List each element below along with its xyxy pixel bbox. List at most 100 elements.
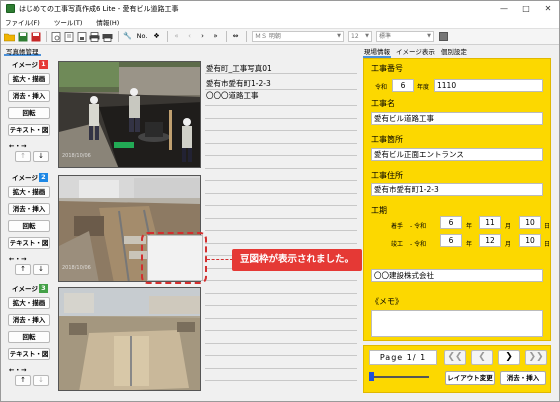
- font-size-select[interactable]: 12 ▼: [348, 31, 372, 42]
- photo-3[interactable]: [58, 287, 201, 391]
- text-figure-button[interactable]: テキスト・図: [8, 124, 50, 136]
- first-page-icon[interactable]: ❮❮: [444, 350, 466, 365]
- ruled-line: [205, 217, 357, 219]
- page-icon[interactable]: [63, 31, 74, 42]
- text-line-project[interactable]: 〇〇〇道路工事: [206, 90, 259, 101]
- menu-info[interactable]: 情報(H): [96, 17, 119, 27]
- delete-insert-page-button[interactable]: 消去・挿入: [500, 371, 546, 385]
- day-unit: 日: [544, 223, 551, 230]
- move-up-arrow-icon[interactable]: ↑: [15, 151, 31, 162]
- zoom-slider-track[interactable]: [369, 376, 429, 378]
- zoom-slider-thumb[interactable]: [369, 372, 374, 381]
- save-as-icon[interactable]: [30, 31, 41, 42]
- start-month-field[interactable]: 11: [479, 216, 501, 229]
- chevron-down-icon: ▼: [427, 33, 431, 39]
- minimize-icon[interactable]: —: [493, 1, 515, 16]
- start-year-field[interactable]: 6: [440, 216, 462, 229]
- page-print-icon[interactable]: [76, 31, 87, 42]
- move-up-arrow-icon[interactable]: ↑: [15, 264, 31, 275]
- next-icon[interactable]: ›: [197, 31, 208, 42]
- font-select[interactable]: ＭＳ 明朝 ▼: [252, 31, 344, 42]
- font-style-select[interactable]: 標準 ▼: [376, 31, 434, 42]
- move-down-arrow-icon[interactable]: ↓: [33, 151, 49, 162]
- photo-date-stamp: 2018/10/06: [62, 265, 91, 271]
- maximize-icon[interactable]: □: [515, 1, 537, 16]
- construction-name-field[interactable]: 愛有ビル道路工事: [371, 112, 543, 125]
- image-3-label: イメージ 3: [12, 283, 48, 293]
- end-month-field[interactable]: 12: [479, 234, 501, 247]
- photo-text-column[interactable]: 愛有町_工事写真01 愛有市愛有町1-2-3 〇〇〇道路工事: [205, 61, 357, 391]
- enlarge-draw-button[interactable]: 拡大・描画: [8, 186, 50, 198]
- text-color-swatch[interactable]: [439, 32, 448, 41]
- mini-figure-highlight: [141, 232, 207, 284]
- end-day-field[interactable]: 10: [519, 234, 541, 247]
- enlarge-draw-button[interactable]: 拡大・描画: [8, 297, 50, 309]
- start-label: 着手: [391, 223, 404, 230]
- tab-site-info[interactable]: 現場情報: [363, 46, 391, 58]
- photo-1[interactable]: 2018/10/06: [58, 61, 201, 168]
- layout-change-button[interactable]: レイアウト変更: [445, 371, 495, 385]
- move-up-arrow-icon[interactable]: ↑: [15, 375, 31, 386]
- print-icon[interactable]: [89, 31, 100, 42]
- tab-image-display[interactable]: イメージ表示: [395, 46, 436, 58]
- print-setup-icon[interactable]: [50, 31, 61, 42]
- prev-page-icon[interactable]: ❮: [471, 350, 493, 365]
- delete-insert-button[interactable]: 消去・挿入: [8, 203, 50, 215]
- tools-icon[interactable]: 🔧: [122, 31, 133, 42]
- ruled-line: [205, 105, 357, 106]
- move-label: ←・→: [9, 142, 27, 150]
- rotate-button[interactable]: 回転: [8, 220, 50, 232]
- company-field[interactable]: 〇〇建設株式会社: [371, 269, 543, 282]
- delete-insert-button[interactable]: 消去・挿入: [8, 90, 50, 102]
- hierarchy-icon[interactable]: ❖: [151, 31, 162, 42]
- number-icon[interactable]: No.: [135, 31, 149, 42]
- ruled-line: [205, 142, 357, 144]
- photo-date-stamp: 2018/10/06: [62, 153, 91, 159]
- fiscal-year-field[interactable]: 6: [392, 79, 414, 92]
- ruled-line: [205, 280, 357, 281]
- last-page-icon[interactable]: ❯❯: [525, 350, 547, 365]
- menu-tools[interactable]: ツール(T): [54, 17, 83, 27]
- open-folder-icon[interactable]: [4, 31, 15, 42]
- month-unit: 月: [505, 223, 512, 230]
- ruled-line: [205, 155, 357, 156]
- toolbar: 🔧 No. ❖ « ‹ › » ⇔ ＭＳ 明朝 ▼ 12 ▼ 標準 ▼: [1, 29, 559, 45]
- image-label-text: イメージ: [12, 61, 38, 69]
- swap-icon[interactable]: ⇔: [230, 31, 241, 42]
- first-icon[interactable]: «: [171, 31, 182, 42]
- tab-album-management[interactable]: 写真帳管理: [4, 46, 41, 56]
- next-page-icon[interactable]: ❯: [498, 350, 520, 365]
- end-year-field[interactable]: 6: [440, 234, 462, 247]
- rotate-button[interactable]: 回転: [8, 331, 50, 343]
- construction-number-field[interactable]: 1110: [434, 79, 543, 92]
- construction-number-label: 工事番号: [371, 64, 403, 73]
- close-icon[interactable]: ✕: [537, 1, 559, 16]
- text-figure-button[interactable]: テキスト・図: [8, 237, 50, 249]
- move-down-arrow-icon[interactable]: ↓: [33, 264, 49, 275]
- print-all-icon[interactable]: [102, 31, 113, 42]
- image-controls-sidebar: イメージ 1 拡大・描画 消去・挿入 回転 テキスト・図 ←・→ ↑ ↓ イメージ…: [2, 57, 54, 391]
- tab-individual-settings[interactable]: 個別設定: [440, 46, 468, 58]
- fiscal-year-unit: 年度: [417, 84, 430, 91]
- rotate-button[interactable]: 回転: [8, 107, 50, 119]
- start-day-field[interactable]: 10: [519, 216, 541, 229]
- construction-place-field[interactable]: 愛有ビル正面エントランス: [371, 148, 543, 161]
- construction-address-label: 工事住所: [371, 171, 403, 180]
- memo-field[interactable]: [371, 310, 543, 337]
- construction-address-field[interactable]: 愛有市愛有町1-2-3: [371, 183, 543, 196]
- prev-icon[interactable]: ‹: [184, 31, 195, 42]
- image-number-badge: 1: [38, 59, 48, 69]
- last-icon[interactable]: »: [210, 31, 221, 42]
- save-icon[interactable]: [17, 31, 28, 42]
- era-label: 令和: [375, 84, 388, 91]
- status-bar: [1, 393, 559, 401]
- construction-name-label: 工事名: [371, 99, 395, 108]
- move-down-arrow-icon[interactable]: ↓: [33, 375, 49, 386]
- delete-insert-button[interactable]: 消去・挿入: [8, 314, 50, 326]
- ruled-line: [205, 192, 357, 194]
- text-figure-button[interactable]: テキスト・図: [8, 348, 50, 360]
- page-indicator: Page 1/ 1: [369, 350, 437, 365]
- text-line-address[interactable]: 愛有市愛有町1-2-3: [206, 78, 271, 89]
- menu-file[interactable]: ファイル(F): [5, 17, 40, 27]
- enlarge-draw-button[interactable]: 拡大・描画: [8, 73, 50, 85]
